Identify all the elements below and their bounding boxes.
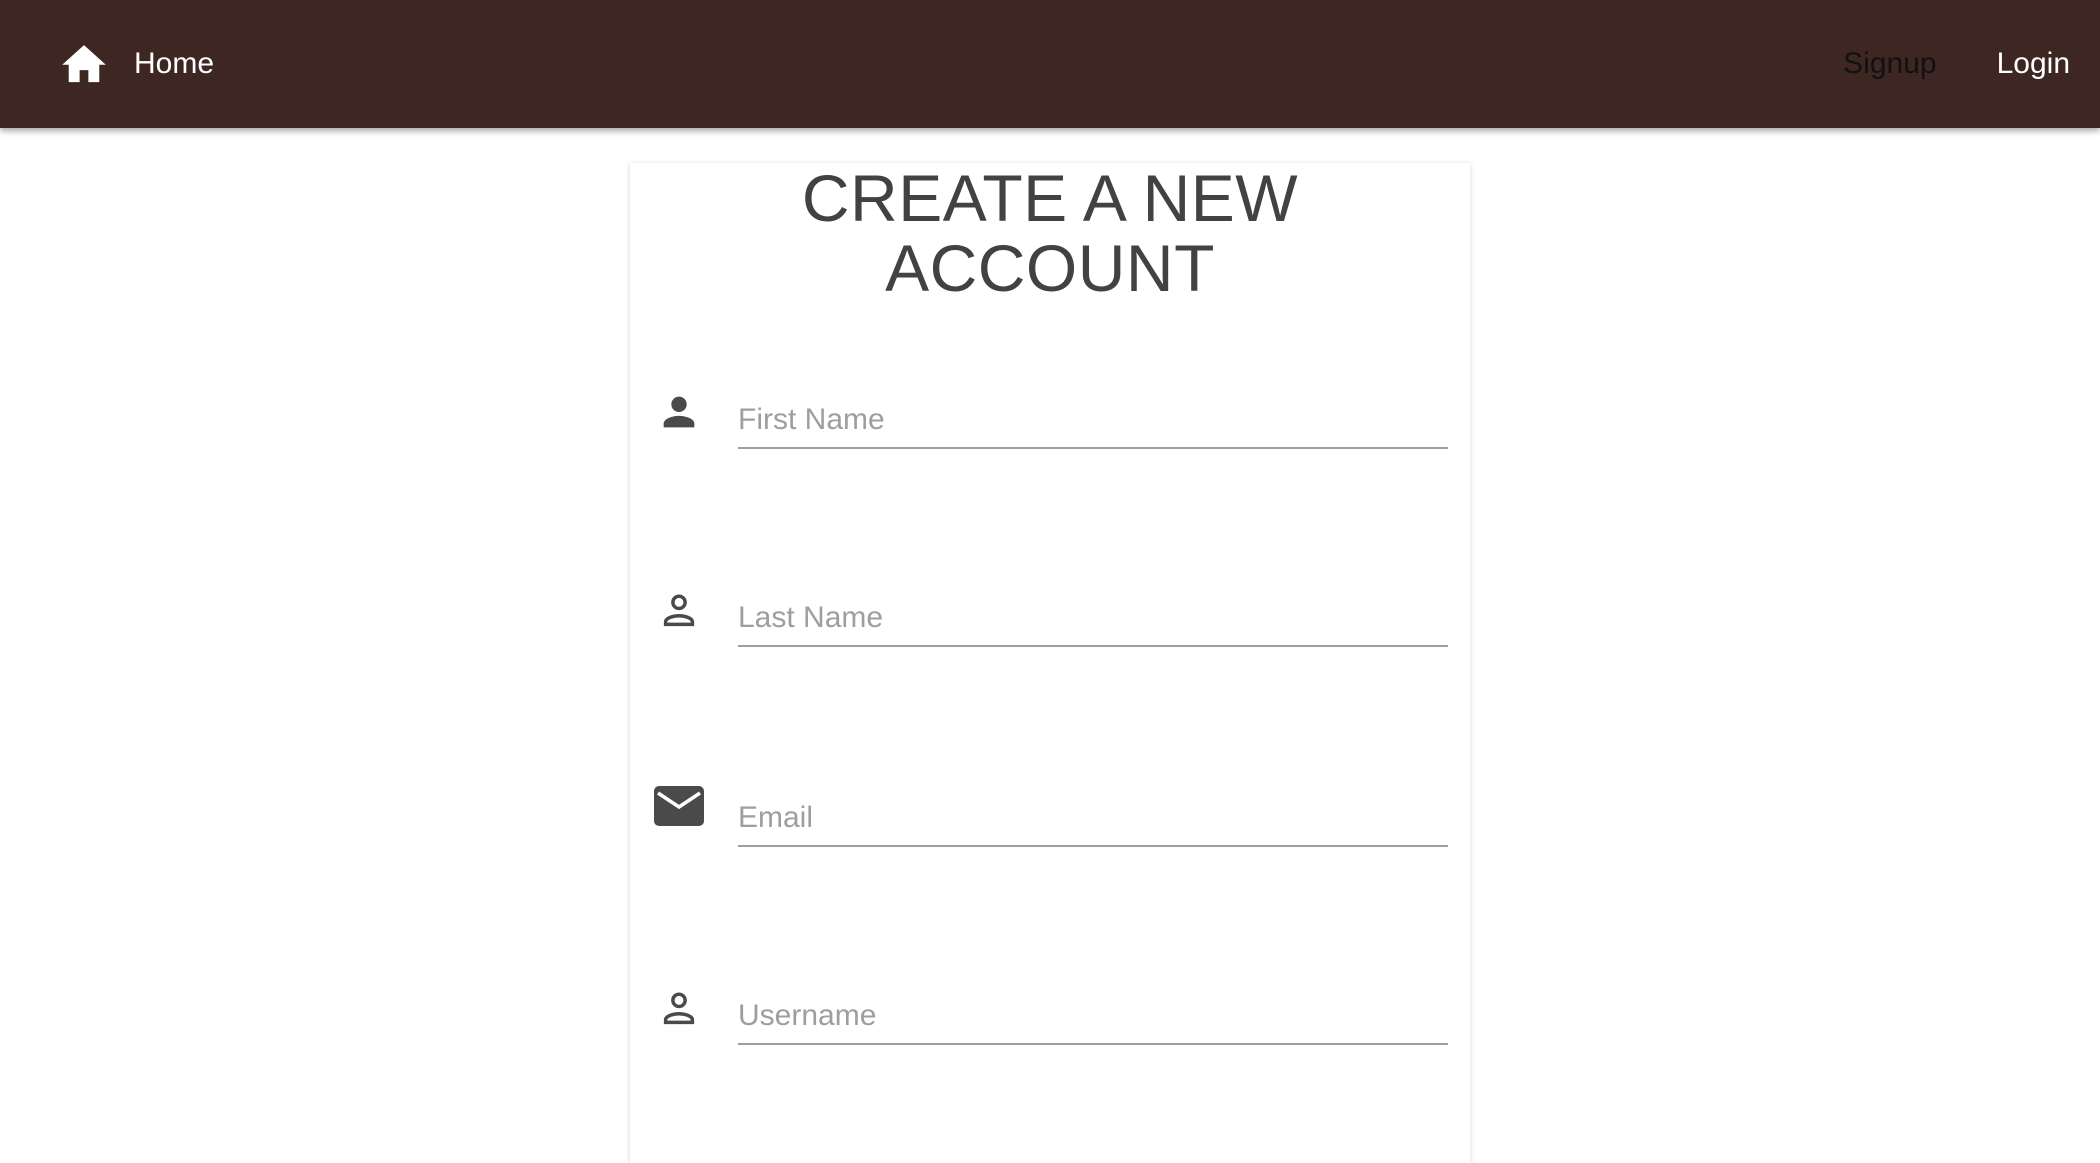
- home-label: Home: [134, 47, 215, 80]
- person-filled-icon: [652, 385, 706, 439]
- first-name-field: [652, 373, 1452, 463]
- top-navbar: Home Signup Login: [0, 0, 2100, 128]
- login-link[interactable]: Login: [1997, 47, 2070, 81]
- email-input[interactable]: [738, 791, 1448, 847]
- signup-link[interactable]: Signup: [1843, 47, 1936, 81]
- username-field: [652, 969, 1452, 1059]
- home-link[interactable]: Home: [60, 0, 214, 128]
- page-title: CREATE A NEW ACCOUNT: [801, 161, 1299, 305]
- last-name-input[interactable]: [738, 591, 1448, 647]
- email-field: [652, 771, 1452, 861]
- first-name-input[interactable]: [738, 393, 1448, 449]
- person-outline-icon: [652, 981, 706, 1035]
- email-icon: [652, 779, 706, 833]
- username-input[interactable]: [738, 989, 1448, 1045]
- person-outline-icon: [652, 583, 706, 637]
- signup-form-card: CREATE A NEW ACCOUNT: [630, 163, 1470, 1163]
- nav-right-links: Signup Login: [1783, 0, 2070, 128]
- last-name-field: [652, 571, 1452, 661]
- home-icon: [60, 40, 108, 88]
